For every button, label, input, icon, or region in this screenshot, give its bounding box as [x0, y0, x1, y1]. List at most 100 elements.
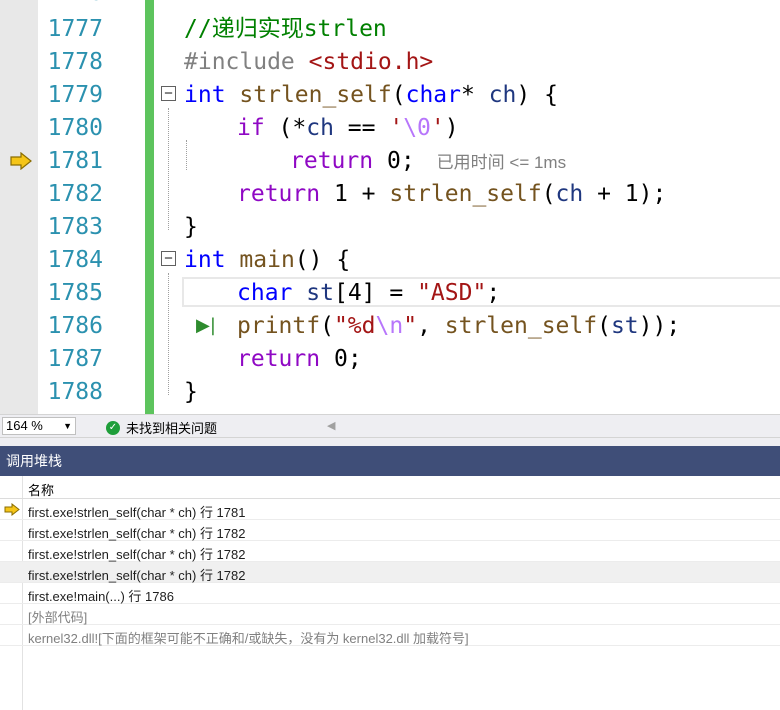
number: 1 [333, 181, 348, 207]
column-header-name[interactable]: 名称 [0, 476, 780, 499]
keyword: return [290, 148, 374, 174]
frame-name: first.exe!main(...) 行 1786 [28, 589, 174, 604]
yellow-arrow-icon [10, 152, 32, 170]
call-stack-row[interactable]: first.exe!strlen_self(char * ch) 行 1782 [0, 562, 780, 583]
call-stack-panel: 名称 first.exe!strlen_self(char * ch) 行 17… [0, 476, 780, 710]
line-number: 1778 [47, 49, 103, 75]
call-stack-row[interactable]: first.exe!strlen_self(char * ch) 行 1782 [0, 541, 780, 562]
call-stack-row[interactable]: kernel32.dll![下面的框架可能不正确和/或缺失，没有为 kernel… [0, 625, 780, 646]
code-line: 1786 ▶| printf("%d\n", strlen_self(st)); [0, 309, 780, 342]
type-keyword: char [237, 280, 293, 306]
editor-status-bar: 164 % ▼ ✓ 未找到相关问题 ◀ [0, 414, 780, 438]
operator: + [583, 181, 625, 207]
punct: , [417, 313, 445, 339]
line-number: 1779 [47, 82, 103, 108]
line-number: 1788 [47, 379, 103, 405]
keyword: int [184, 82, 226, 108]
punct: ( [320, 313, 334, 339]
operator: + [347, 181, 390, 207]
keyword: return [237, 346, 321, 372]
scope-guide [186, 140, 187, 170]
call-stack-row[interactable]: first.exe!main(...) 行 1786 [0, 583, 780, 604]
escape-sequence: \n [375, 313, 404, 339]
perf-tip[interactable]: 已用时间 <= 1ms [437, 153, 566, 172]
code-line: 1777 //递归实现strlen [0, 12, 780, 45]
check-circle-icon: ✓ [106, 420, 120, 435]
frame-name: first.exe!strlen_self(char * ch) 行 1781 [28, 505, 246, 520]
brace: } [184, 379, 198, 405]
number: 1 [624, 181, 639, 207]
punct: ) [444, 115, 459, 141]
function-name: strlen_self [239, 82, 392, 108]
code-line: 1783 } [0, 210, 780, 243]
code-line: 1785 char st[4] = "ASD"; [0, 276, 780, 309]
call-stack-row[interactable]: first.exe!strlen_self(char * ch) 行 1782 [0, 520, 780, 541]
scope-guide [168, 108, 169, 230]
function-name: strlen_self [389, 181, 542, 207]
char-quote: ' [389, 115, 404, 141]
code-line: 1779 − int strlen_self(char* ch) { [0, 78, 780, 111]
code-line: 1780 if (*ch == '\0') [0, 111, 780, 144]
variable: st [610, 313, 639, 339]
comment: //递归实现strlen [184, 16, 387, 42]
yellow-arrow-icon [4, 503, 20, 516]
collapse-toggle[interactable]: − [161, 86, 176, 101]
call-stack-row[interactable]: first.exe!strlen_self(char * ch) 行 1781 [0, 499, 780, 520]
call-stack-row[interactable]: [外部代码] [0, 604, 780, 625]
string-literal: "ASD" [417, 280, 487, 306]
punct: )); [638, 313, 681, 339]
splitter[interactable] [0, 438, 780, 446]
string-literal: " [403, 313, 418, 339]
line-number: 1777 [47, 16, 103, 42]
char-quote: ' [430, 115, 445, 141]
code-line: 1787 return 0; [0, 342, 780, 375]
string-literal: "%d [333, 313, 376, 339]
zoom-dropdown[interactable]: 164 % ▼ [2, 417, 76, 435]
collapse-toggle[interactable]: − [161, 251, 176, 266]
code-line: 1778 #include <stdio.h> [0, 45, 780, 78]
issues-label: 未找到相关问题 [126, 421, 218, 436]
code-line: 1782 return 1 + strlen_self(ch + 1); [0, 177, 780, 210]
issues-indicator[interactable]: ✓ 未找到相关问题 [106, 418, 217, 437]
punct: ); [638, 181, 667, 207]
punct: ( [597, 313, 611, 339]
function-name: strlen_self [444, 313, 598, 339]
code-line: 1788 } [0, 375, 780, 408]
code-line-current: 1781 return 0; 已用时间 <= 1ms [0, 144, 780, 177]
include-header: <stdio.h> [308, 49, 434, 75]
punct: ; [347, 346, 362, 372]
frame-name: first.exe!strlen_self(char * ch) 行 1782 [28, 568, 246, 583]
frame-name: first.exe!strlen_self(char * ch) 行 1782 [28, 526, 246, 541]
keyword: int [184, 247, 226, 273]
punct: ) { [516, 82, 558, 108]
scope-guide [168, 273, 169, 395]
code-line: 1776 [0, 0, 780, 9]
run-to-click-icon[interactable]: ▶| [196, 315, 216, 336]
function-name: printf [237, 313, 321, 339]
code-line: 1784 − int main() { [0, 243, 780, 276]
line-number: 1781 [47, 148, 103, 174]
number: 4 [347, 280, 362, 306]
preprocessor-directive: #include [184, 49, 295, 75]
frame-name: [外部代码] [28, 610, 88, 625]
punct: ( [541, 181, 556, 207]
code-editor[interactable]: 1776 1777 //递归实现strlen 1778 #include <st… [0, 0, 780, 414]
variable: ch [306, 115, 334, 141]
zoom-value: 164 % [6, 418, 43, 433]
param: ch [488, 82, 517, 108]
escape-sequence: \0 [403, 115, 431, 141]
line-number: 1776 [38, 0, 103, 5]
line-number: 1786 [47, 313, 103, 339]
scroll-left-icon[interactable]: ◀ [327, 419, 335, 432]
punct: ; [400, 148, 415, 174]
punct: ] = [361, 280, 418, 306]
keyword: return [237, 181, 321, 207]
variable: ch [555, 181, 584, 207]
brace: } [184, 214, 198, 240]
line-number: 1783 [47, 214, 103, 240]
number: 0 [386, 148, 401, 174]
panel-title: 调用堆栈 [6, 453, 62, 469]
frame-name: first.exe!strlen_self(char * ch) 行 1782 [28, 547, 246, 562]
line-number: 1784 [47, 247, 103, 273]
number: 0 [333, 346, 348, 372]
